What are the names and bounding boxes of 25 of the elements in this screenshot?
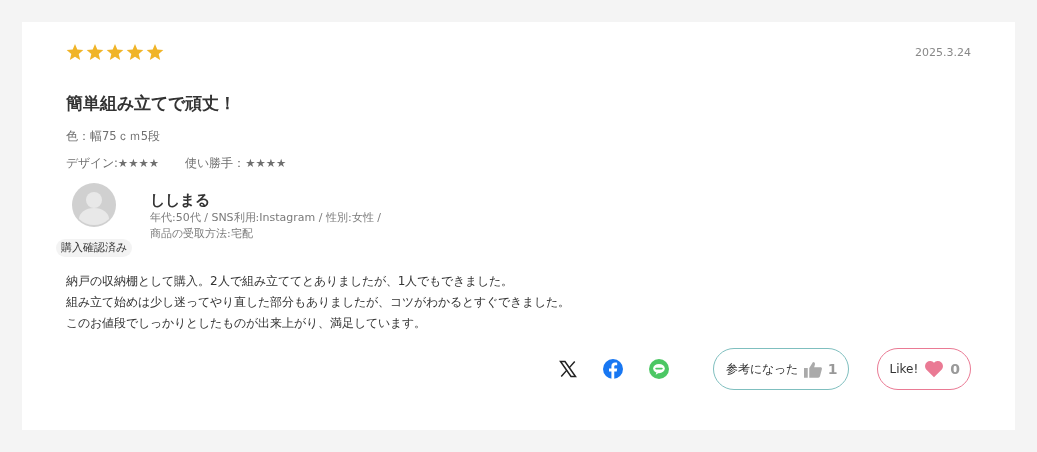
sub-rating: デザイン:★★★★ [66, 156, 160, 171]
star-icon [106, 43, 124, 61]
star-icon [146, 43, 164, 61]
reviewer-profile: 年代:50代 / SNS利用:Instagram / 性別:女性 / [150, 210, 381, 226]
review-text: 納戸の収納棚として購入。2人で組み立ててとありましたが、1人でもできました。 [66, 273, 515, 290]
heart-icon [924, 360, 945, 378]
variant-text: 色：幅75ｃｍ5段 [66, 129, 161, 144]
reviewer-name: ししまる [150, 191, 211, 210]
review-date: 2025.3.24 [915, 45, 971, 59]
review-title: 簡単組み立てで頑丈！ [66, 92, 237, 115]
sub-rating: 使い勝手：★★★★ [185, 156, 287, 171]
facebook-icon[interactable] [602, 359, 623, 379]
chat-bubble-icon[interactable] [648, 359, 669, 379]
star-icon [86, 43, 104, 61]
star-icon [126, 43, 144, 61]
review-text: このお値段でしっかりとしたものが出来上がり、満足しています。 [66, 315, 427, 332]
x-logo-icon[interactable] [558, 360, 577, 378]
avatar-icon [72, 183, 116, 227]
star-icon [66, 43, 84, 61]
like-button[interactable]: Like! 0 [876, 348, 971, 390]
thumbs-up-icon [803, 360, 822, 378]
verified-badge: 購入確認済み [56, 239, 132, 257]
review-text: 組み立て始めは少し迷ってやり直した部分もありましたが、コツがわかるとすぐできました。 [66, 294, 571, 311]
helpful-button[interactable]: 参考になった 1 [712, 348, 849, 390]
delivery-method: 商品の受取方法:宅配 [150, 226, 254, 242]
